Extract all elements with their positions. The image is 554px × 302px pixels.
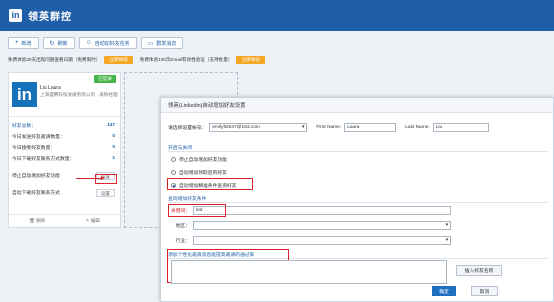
section-toggle-title: 开启与关闭 xyxy=(168,146,192,151)
radio-label: 停止自动增加好友功能 xyxy=(179,158,227,163)
delete-button[interactable]: 🗑 删除 xyxy=(29,218,45,224)
radio-circle xyxy=(171,170,176,175)
delete-label: 删除 xyxy=(36,218,46,223)
cancel-button[interactable]: 取消 xyxy=(471,286,498,296)
plus-icon: + xyxy=(15,40,19,46)
promo-text-2: 免费体验100次Email有效性验证（支持批量） xyxy=(139,57,233,62)
auto-add-label: 停止自动增加好友功能 xyxy=(12,174,60,179)
first-name-label: First Name: xyxy=(316,125,342,130)
account-company: 上海盛腾科技发展有限公司 · 采购经理 xyxy=(40,92,118,97)
region-row: 地区： ▾ xyxy=(171,221,451,230)
annotation-highlight-settings xyxy=(95,174,117,184)
last-name-field[interactable]: Liu xyxy=(432,123,489,132)
status-badge: 已登录 xyxy=(94,75,116,83)
promo-try-button-1[interactable]: 立即体验 xyxy=(104,56,133,64)
avatar: in xyxy=(12,82,37,107)
chevron-down-icon: ▾ xyxy=(445,223,448,228)
add-button[interactable]: + 新增 xyxy=(8,37,39,49)
refresh-button[interactable]: ↻ 刷新 xyxy=(42,37,75,49)
region-select[interactable]: ▾ xyxy=(193,221,451,230)
auto-add-friends-task-button[interactable]: ☺ 自动加好友任务 xyxy=(78,37,137,49)
first-name-value: Laura xyxy=(347,125,360,130)
radio-circle xyxy=(171,157,176,162)
auto-download-label: 自动下载好友联系方式 xyxy=(12,191,60,196)
stat-row-invites-sent: 今日发送好友邀请数量： 0 xyxy=(9,131,120,142)
app-title: 领英群控 xyxy=(28,12,72,23)
edit-button[interactable]: ✎ 编辑 xyxy=(86,218,100,224)
message-icon: ▭ xyxy=(147,40,154,47)
pencil-icon: ✎ xyxy=(85,218,90,223)
section-criteria-title: 查询增加好友条件 xyxy=(168,197,207,202)
mass-message-label: 群发消息 xyxy=(156,40,177,47)
account-select-value: emilylt2647@163.com xyxy=(212,125,260,130)
title-bar: in 领英群控 xyxy=(0,0,554,31)
invite-message-textarea[interactable] xyxy=(171,260,447,284)
stat-label: 今日下载好友联系方式数量： xyxy=(12,157,75,162)
account-select-label: 请选择设置帐号： xyxy=(168,126,207,131)
mass-message-button[interactable]: ▭ 群发消息 xyxy=(140,37,184,49)
promo-try-button-2[interactable]: 立即体验 xyxy=(236,56,265,64)
stat-value: 147 xyxy=(106,123,115,128)
industry-select[interactable]: ▾ xyxy=(193,236,451,245)
stat-row-friends-accepted: 今日接受好友数量： 0 xyxy=(9,142,120,153)
auto-download-settings-button[interactable]: 设置 xyxy=(96,188,115,197)
radio-stop-auto-add[interactable]: 停止自动增加好友功能 xyxy=(171,156,227,163)
radio-label: 自动增加领取后的好友 xyxy=(179,171,227,176)
account-card-footer: 🗑 删除 ✎ 编辑 xyxy=(9,214,120,227)
industry-label: 行业： xyxy=(175,239,190,244)
last-name-label: Last Name: xyxy=(405,125,430,130)
toolbar: + 新增 ↻ 刷新 ☺ 自动加好友任务 ▭ 群发消息 xyxy=(0,34,554,52)
promo-bar: 免费体验30天出现问题查看日期（免费限时） 立即体验 免费体验100次Email… xyxy=(0,54,554,66)
last-name-value: Liu xyxy=(435,125,443,130)
stat-row-contacts-downloaded: 今日下载好友联系方式数量： 1 xyxy=(9,153,120,164)
region-label: 地区： xyxy=(175,224,190,229)
stat-value: 1 xyxy=(112,156,115,161)
auto-add-friends-task-label: 自动加好友任务 xyxy=(94,40,130,47)
first-name-field[interactable]: Laura xyxy=(344,123,397,132)
add-button-label: 新增 xyxy=(21,40,32,47)
promo-text-1: 免费体验30天出现问题查看日期（免费限时） xyxy=(8,57,101,62)
divider xyxy=(168,202,548,203)
refresh-icon: ↻ xyxy=(49,40,55,47)
annotation-highlight-keyword xyxy=(168,204,226,217)
industry-row: 行业： ▾ xyxy=(171,236,451,245)
stat-value: 0 xyxy=(112,145,115,150)
trash-icon: 🗑 xyxy=(29,218,35,223)
keyword-input[interactable]: led xyxy=(193,206,451,215)
stat-value: 0 xyxy=(112,134,115,139)
divider xyxy=(168,151,548,152)
insert-friend-name-button[interactable]: 插入好友名称 xyxy=(456,265,502,276)
auto-download-setting-row: 自动下载好友联系方式 设置 xyxy=(9,187,120,198)
stat-label: 今日接受好友数量： xyxy=(12,146,56,151)
refresh-button-label: 刷新 xyxy=(57,40,68,47)
stat-label: 好友总数： xyxy=(12,124,36,129)
chevron-down-icon: ▾ xyxy=(445,238,448,243)
edit-label: 编辑 xyxy=(90,218,100,223)
account-row: 请选择设置帐号： emilylt2647@163.com ▾ First Nam… xyxy=(168,123,489,132)
annotation-highlight-radio xyxy=(167,178,253,190)
account-name: Liu Laura xyxy=(40,85,61,91)
chevron-down-icon: ▾ xyxy=(301,125,305,130)
stat-label: 今日发送好友邀请数量： xyxy=(12,135,65,140)
ok-button[interactable]: 确定 xyxy=(432,286,456,296)
account-select[interactable]: emilylt2647@163.com ▾ xyxy=(209,123,308,132)
stat-row-friends-total: 好友总数： 147 xyxy=(9,120,120,131)
linkedin-logo-icon: in xyxy=(9,9,22,22)
account-card: 已登录 in Liu Laura 上海盛腾科技发展有限公司 · 采购经理 好友总… xyxy=(8,72,121,228)
dialog-title: 领英(Linkedin)自动增加好友设置 xyxy=(161,98,553,113)
radio-auto-add-received[interactable]: 自动增加领取后的好友 xyxy=(171,169,227,176)
auto-add-friends-dialog: 领英(Linkedin)自动增加好友设置 请选择设置帐号： emilylt264… xyxy=(160,97,554,302)
app-window: in 领英群控 + 新增 ↻ 刷新 ☺ 自动加好友任务 ▭ 群发消息 免费体验3… xyxy=(0,0,554,302)
account-card-header: 已登录 in Liu Laura 上海盛腾科技发展有限公司 · 采购经理 xyxy=(9,73,120,117)
user-add-icon: ☺ xyxy=(85,40,92,46)
